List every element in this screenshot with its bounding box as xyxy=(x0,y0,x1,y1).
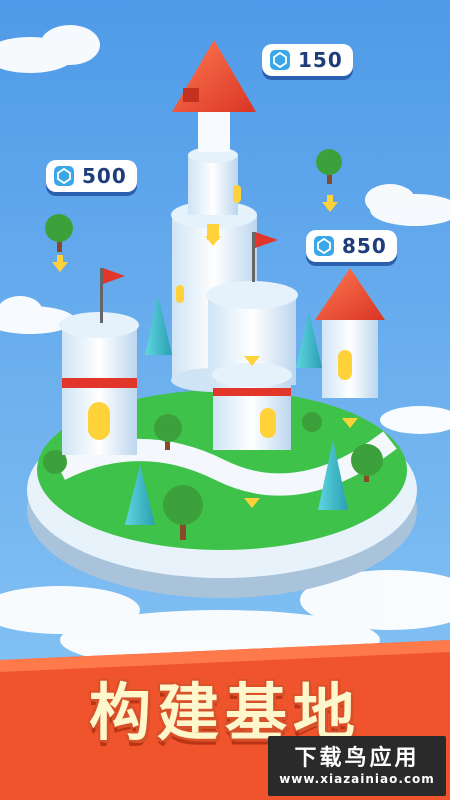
price-amount: 500 xyxy=(82,164,127,188)
gem-icon xyxy=(54,166,74,186)
price-tag-500[interactable]: 500 xyxy=(46,160,137,192)
price-tag-150[interactable]: 150 xyxy=(262,44,353,76)
price-amount: 850 xyxy=(342,234,387,258)
price-amount: 150 xyxy=(298,48,343,72)
watermark-text: 下载鸟应用 xyxy=(294,746,420,771)
watermark: 下载鸟应用 www.xiazainiao.com xyxy=(268,736,446,796)
gem-icon xyxy=(314,236,334,256)
watermark-url: www.xiazainiao.com xyxy=(279,772,435,786)
gem-icon xyxy=(270,50,290,70)
price-tag-850[interactable]: 850 xyxy=(306,230,397,262)
